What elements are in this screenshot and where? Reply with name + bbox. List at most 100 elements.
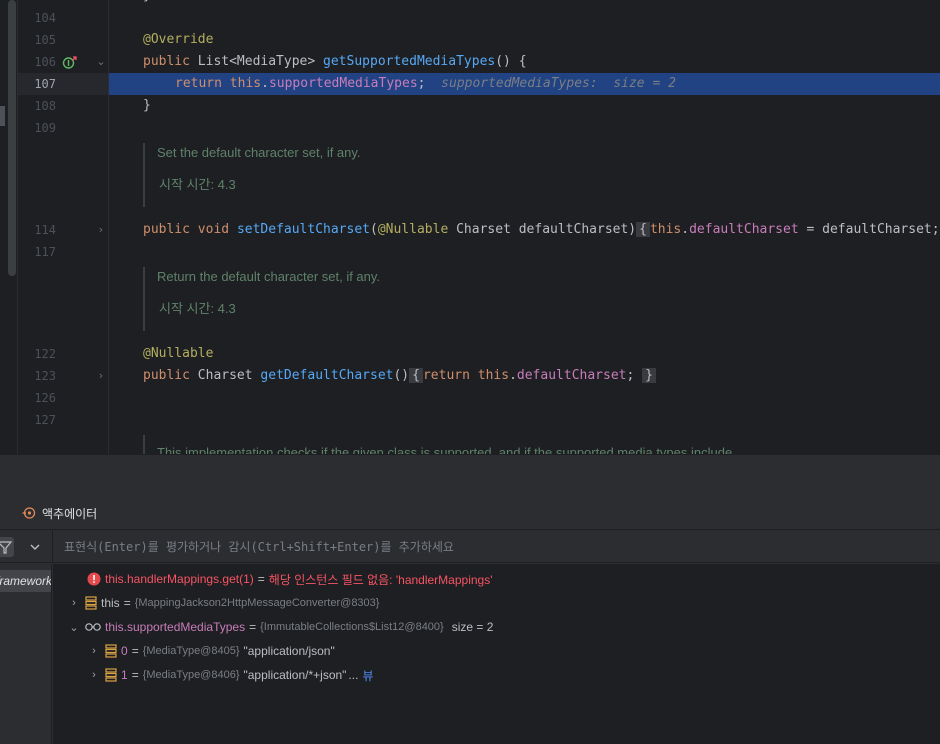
code-line[interactable]: }	[143, 0, 151, 7]
gutter-row[interactable]: 108	[18, 95, 108, 117]
gutter-row[interactable]: 109	[18, 117, 108, 139]
code-text: () {	[495, 54, 527, 69]
gutter-row[interactable]: 126	[18, 387, 108, 409]
folded-code-block[interactable]: }	[642, 368, 656, 383]
variable-row[interactable]: › 1 = {MediaType@8406} "application/*+js…	[87, 663, 373, 687]
chevron-right-icon[interactable]: ›	[87, 669, 101, 681]
variable-type: {MediaType@8406}	[142, 669, 240, 681]
variable-row[interactable]: › this = {MappingJackson2HttpMessageConv…	[67, 591, 379, 615]
code-line[interactable]: @Nullable	[143, 343, 213, 365]
variable-type: {ImmutableCollections$List12@8400}	[260, 621, 444, 633]
method-name: getDefaultCharset	[260, 368, 394, 383]
rendered-javadoc[interactable]: Return the default character set, if any…	[143, 267, 940, 331]
gutter-row[interactable]: 127	[18, 409, 108, 431]
inline-debug-value: supportedMediaTypes: size = 2	[425, 76, 676, 91]
variable-row[interactable]: › 0 = {MediaType@8405} "application/json…	[87, 639, 335, 663]
line-number: 117	[34, 245, 56, 259]
watch-expression: this.supportedMediaTypes	[105, 620, 246, 634]
chevron-right-icon[interactable]: ›	[67, 597, 81, 609]
code-line[interactable]: public Charset getDefaultCharset(){retur…	[143, 365, 656, 387]
code-dot: .	[681, 222, 690, 237]
editor-bottom-bar	[0, 454, 940, 494]
code-line-current[interactable]: return this.supportedMediaTypes; support…	[175, 73, 676, 95]
fold-expand-icon[interactable]: ›	[96, 365, 106, 387]
fold-collapse-icon[interactable]: ⌄	[96, 51, 106, 73]
variable-value: "application/*+json"	[243, 668, 347, 682]
gutter-row[interactable]: 123	[18, 365, 108, 387]
selected-frame[interactable]: framework	[0, 570, 51, 592]
code-brace: }	[143, 98, 151, 113]
keyword: public	[143, 368, 190, 383]
keyword-this: this	[649, 222, 682, 237]
variable-index: 0	[121, 644, 128, 658]
gutter-row[interactable]: 104	[18, 7, 108, 29]
view-value-link[interactable]: 뷰	[362, 667, 373, 684]
javadoc-since: 시작 시간: 4.3	[159, 301, 236, 316]
gutter-row[interactable]: 117	[18, 241, 108, 263]
gutter-row[interactable]: 114	[18, 219, 108, 241]
keyword: return	[175, 76, 222, 91]
equals-sign: =	[131, 644, 139, 658]
chevron-down-icon	[30, 544, 40, 550]
rendered-javadoc[interactable]: This implementation checks if the given …	[143, 435, 940, 454]
field-ref: defaultCharset	[689, 222, 799, 237]
code-brace: }	[143, 0, 151, 3]
code-line[interactable]: public List<MediaType> getSupportedMedia…	[143, 51, 527, 73]
gutter-row[interactable]: 105	[18, 29, 108, 51]
keyword: void	[197, 222, 230, 237]
code-line[interactable]: @Override	[143, 29, 213, 51]
editor-left-strip	[0, 0, 18, 454]
line-number: 107	[34, 77, 56, 91]
code-dot: .	[509, 368, 517, 383]
folded-code-block[interactable]: {	[409, 368, 423, 383]
watch-row[interactable]: ⌄ this.supportedMediaTypes = {ImmutableC…	[67, 615, 493, 639]
field-stack-icon	[105, 644, 117, 658]
keyword: public	[143, 222, 190, 237]
evaluate-expression-bar	[0, 531, 940, 563]
history-dropdown-button[interactable]	[26, 537, 44, 557]
gutter-row[interactable]: 122	[18, 343, 108, 365]
line-number: 123	[34, 369, 56, 383]
value-ellipsis: ...	[348, 668, 359, 682]
field-stack-icon	[85, 596, 97, 610]
annotation-override: @Override	[143, 32, 214, 47]
field-ref: defaultCharset	[516, 368, 627, 383]
line-number: 126	[34, 391, 56, 405]
rendered-javadoc[interactable]: Set the default character set, if any. 시…	[143, 143, 940, 207]
watch-expression: this.handlerMappings.get(1)	[105, 572, 254, 586]
variable-name: this	[101, 596, 120, 610]
folded-code-block[interactable]: {	[636, 222, 650, 237]
equals-sign: =	[131, 668, 139, 682]
tab-label: 액추에이터	[42, 506, 98, 521]
editor-vertical-scrollbar[interactable]	[8, 0, 16, 276]
code-editor[interactable]: 104 105 106 107 108 109 114 117 122 123 …	[0, 0, 940, 454]
keyword-this: this	[229, 76, 262, 91]
variable-type: {MediaType@8405}	[142, 645, 240, 657]
code-line[interactable]: public void setDefaultCharset(@Nullable …	[143, 219, 940, 241]
fold-expand-icon[interactable]: ›	[96, 219, 106, 241]
line-number: 108	[34, 99, 56, 113]
tab-actuator[interactable]: 액추에이터	[22, 503, 97, 523]
evaluate-expression-input[interactable]	[64, 531, 924, 563]
scroll-marker	[0, 106, 5, 126]
field-ref: supportedMediaTypes	[268, 76, 418, 91]
chevron-right-icon[interactable]: ›	[87, 645, 101, 657]
code-text: ()	[393, 368, 410, 383]
keyword-this: this	[477, 368, 510, 383]
keyword: return	[422, 368, 470, 383]
line-number: 105	[34, 33, 56, 47]
debug-panel: 액추에이터 framework this.handlerMappings.	[0, 494, 940, 744]
method-name: getSupportedMediaTypes	[323, 54, 496, 69]
watch-glasses-icon	[85, 623, 101, 631]
collection-size: size = 2	[451, 620, 494, 634]
gutter-row[interactable]: 107	[18, 73, 108, 95]
javadoc-text: Set the default character set, if any.	[157, 145, 361, 160]
variable-index: 1	[121, 668, 128, 682]
code-line[interactable]: }	[143, 95, 151, 117]
watch-row-error[interactable]: this.handlerMappings.get(1) = 해당 인스턴스 필드…	[87, 567, 493, 591]
code-text: Charset defaultCharset)	[448, 222, 637, 237]
implements-method-icon[interactable]	[62, 55, 78, 71]
field-stack-icon	[105, 668, 117, 682]
chevron-down-icon[interactable]: ⌄	[67, 621, 81, 634]
filter-button[interactable]	[0, 537, 14, 557]
